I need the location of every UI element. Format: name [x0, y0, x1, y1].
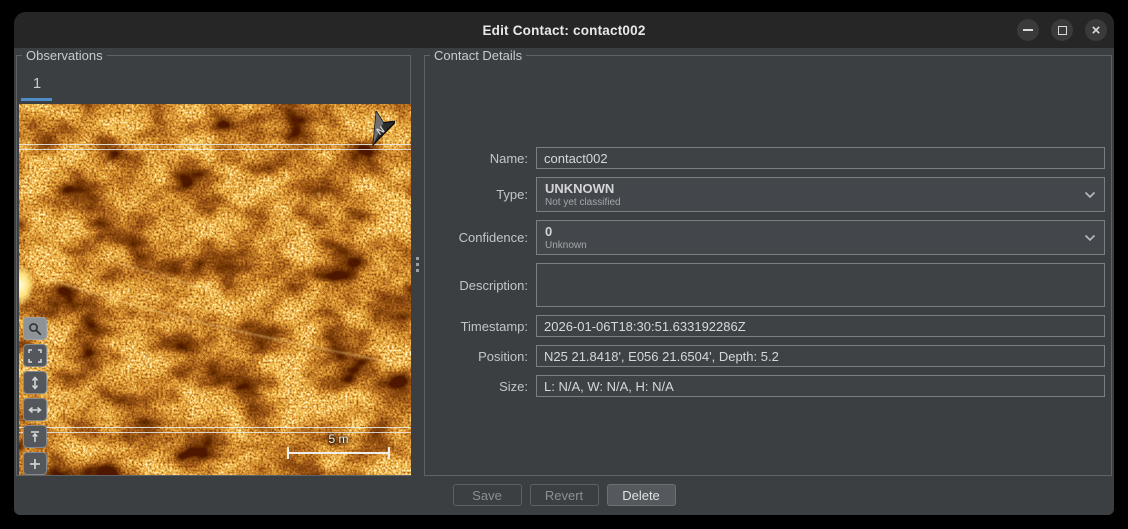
contact-details-group: Contact Details Name: Type: UNKNOWN Not …	[424, 48, 1112, 476]
name-label: Name:	[489, 150, 528, 166]
size-field[interactable]	[536, 375, 1105, 397]
type-label: Type:	[496, 187, 528, 202]
sonar-image-viewer[interactable]: N 5 m	[19, 104, 411, 475]
sonar-image	[19, 104, 411, 475]
expand-horizontal-tool-button[interactable]	[23, 398, 47, 421]
snap-top-tool-button[interactable]	[23, 425, 47, 448]
expand-vertical-icon	[31, 375, 39, 390]
crosshair-icon	[30, 458, 40, 469]
maximize-button[interactable]	[1051, 19, 1073, 41]
chevron-down-icon	[1084, 234, 1096, 241]
expand-vertical-tool-button[interactable]	[23, 371, 47, 394]
contact-details-form: Name: Type: UNKNOWN Not yet classified C…	[433, 147, 1105, 397]
confidence-value: 0	[545, 224, 553, 239]
type-description: Not yet classified	[545, 197, 621, 208]
position-field[interactable]	[536, 345, 1105, 367]
fit-view-icon	[28, 348, 42, 363]
delete-button[interactable]: Delete	[606, 484, 676, 506]
type-dropdown[interactable]: UNKNOWN Not yet classified	[536, 177, 1105, 212]
maximize-icon	[1057, 25, 1067, 35]
timestamp-field[interactable]	[536, 315, 1105, 337]
save-button[interactable]: Save	[452, 484, 522, 506]
scale-bar-rule	[287, 447, 390, 459]
confidence-label: Confidence:	[458, 230, 528, 245]
north-arrow-icon: N	[372, 111, 395, 147]
window-title: Edit Contact: contact002	[482, 22, 646, 38]
panel-splitter-handle[interactable]	[413, 257, 421, 279]
scale-bar-label: 5 m	[328, 432, 349, 446]
description-label: Description:	[459, 277, 528, 293]
magnifier-tool-button[interactable]	[23, 317, 47, 340]
confidence-description: Unknown	[545, 240, 587, 251]
type-value: UNKNOWN	[545, 181, 615, 196]
expand-horizontal-icon	[28, 406, 42, 413]
description-field[interactable]	[536, 263, 1105, 307]
position-label: Position:	[478, 348, 528, 364]
fit-view-tool-button[interactable]	[23, 344, 47, 367]
snap-top-icon	[31, 430, 39, 442]
revert-button[interactable]: Revert	[529, 484, 599, 506]
minimize-button[interactable]	[1017, 19, 1039, 41]
close-icon: ×	[1091, 21, 1101, 39]
scale-bar: 5 m	[287, 432, 390, 459]
observation-tab-1[interactable]: 1	[21, 72, 53, 96]
confidence-dropdown[interactable]: 0 Unknown	[536, 220, 1105, 255]
titlebar[interactable]: Edit Contact: contact002 ×	[14, 12, 1114, 48]
edit-contact-dialog: Edit Contact: contact002 × Observations …	[14, 12, 1114, 515]
window-controls: ×	[1017, 19, 1107, 41]
close-button[interactable]: ×	[1085, 19, 1107, 41]
observations-group: Observations 1 N 5 m	[16, 48, 411, 476]
observations-legend: Observations	[22, 48, 107, 63]
action-buttons: Save Revert Delete	[14, 484, 1114, 506]
crosshair-tool-button[interactable]	[23, 452, 47, 475]
sonar-toolbar	[23, 317, 47, 475]
magnifier-icon	[29, 322, 42, 335]
tab-active-indicator	[21, 98, 52, 101]
sensor-track-line-top	[19, 144, 411, 150]
contact-details-legend: Contact Details	[430, 48, 527, 63]
timestamp-label: Timestamp:	[460, 318, 528, 334]
minimize-icon	[1023, 29, 1033, 31]
chevron-down-icon	[1084, 191, 1096, 198]
name-field[interactable]	[536, 147, 1105, 169]
size-label: Size:	[499, 378, 528, 394]
